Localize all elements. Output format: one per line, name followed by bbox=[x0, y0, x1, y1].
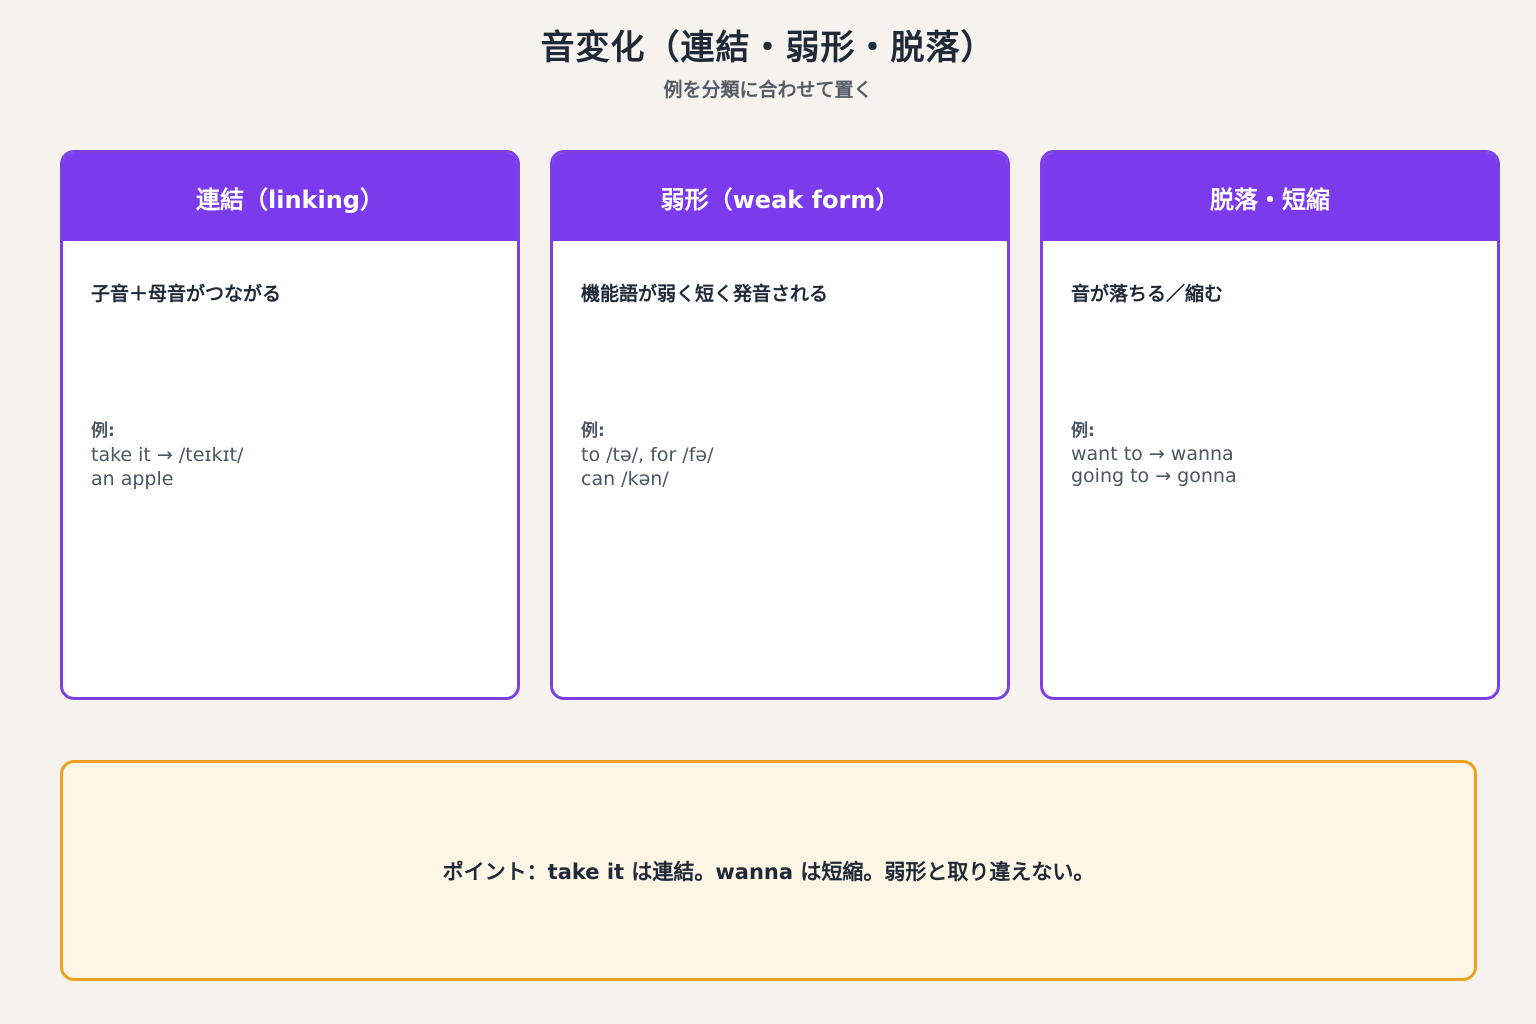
card-header: 弱形（weak form） bbox=[553, 153, 1007, 244]
category-card-linking[interactable]: 連結（linking） 子音＋母音がつながる 例: take it → /teɪ… bbox=[60, 150, 520, 700]
category-card-weak-form[interactable]: 弱形（weak form） 機能語が弱く短く発音される 例: to /tə/, … bbox=[550, 150, 1010, 700]
page-title: 音変化（連結・弱形・脱落） bbox=[540, 28, 996, 68]
card-description: 子音＋母音がつながる bbox=[91, 283, 282, 305]
example-label: 例: bbox=[91, 421, 115, 441]
card-header: 脱落・短縮 bbox=[1043, 153, 1497, 244]
page-subtitle: 例を分類に合わせて置く bbox=[663, 79, 873, 101]
example-item: an apple bbox=[91, 468, 174, 490]
example-item: take it → /teɪkɪt/ bbox=[91, 444, 244, 466]
example-item: going to → gonna bbox=[1071, 465, 1237, 487]
example-label: 例: bbox=[1071, 421, 1095, 441]
example-label: 例: bbox=[581, 421, 605, 441]
card-description: 機能語が弱く短く発音される bbox=[581, 283, 829, 305]
card-description: 音が落ちる／縮む bbox=[1071, 283, 1224, 305]
card-header: 連結（linking） bbox=[63, 153, 517, 244]
card-examples: 例: to /tə/, for /fə/ can /kən/ bbox=[581, 419, 713, 491]
point-note-text: ポイント：take it は連結。wanna は短縮。弱形と取り違えない。 bbox=[442, 859, 1095, 884]
page: 音変化（連結・弱形・脱落） 例を分類に合わせて置く 連結（linking） 子音… bbox=[0, 0, 1536, 1024]
example-item: want to → wanna bbox=[1071, 443, 1234, 465]
card-examples: 例: want to → wanna going to → gonna bbox=[1071, 419, 1237, 487]
category-card-elision[interactable]: 脱落・短縮 音が落ちる／縮む 例: want to → wanna going … bbox=[1040, 150, 1500, 700]
point-note: ポイント：take it は連結。wanna は短縮。弱形と取り違えない。 bbox=[60, 760, 1477, 981]
card-examples: 例: take it → /teɪkɪt/ an apple bbox=[91, 419, 243, 491]
example-item: can /kən/ bbox=[581, 468, 669, 490]
example-item: to /tə/, for /fə/ bbox=[581, 444, 714, 466]
